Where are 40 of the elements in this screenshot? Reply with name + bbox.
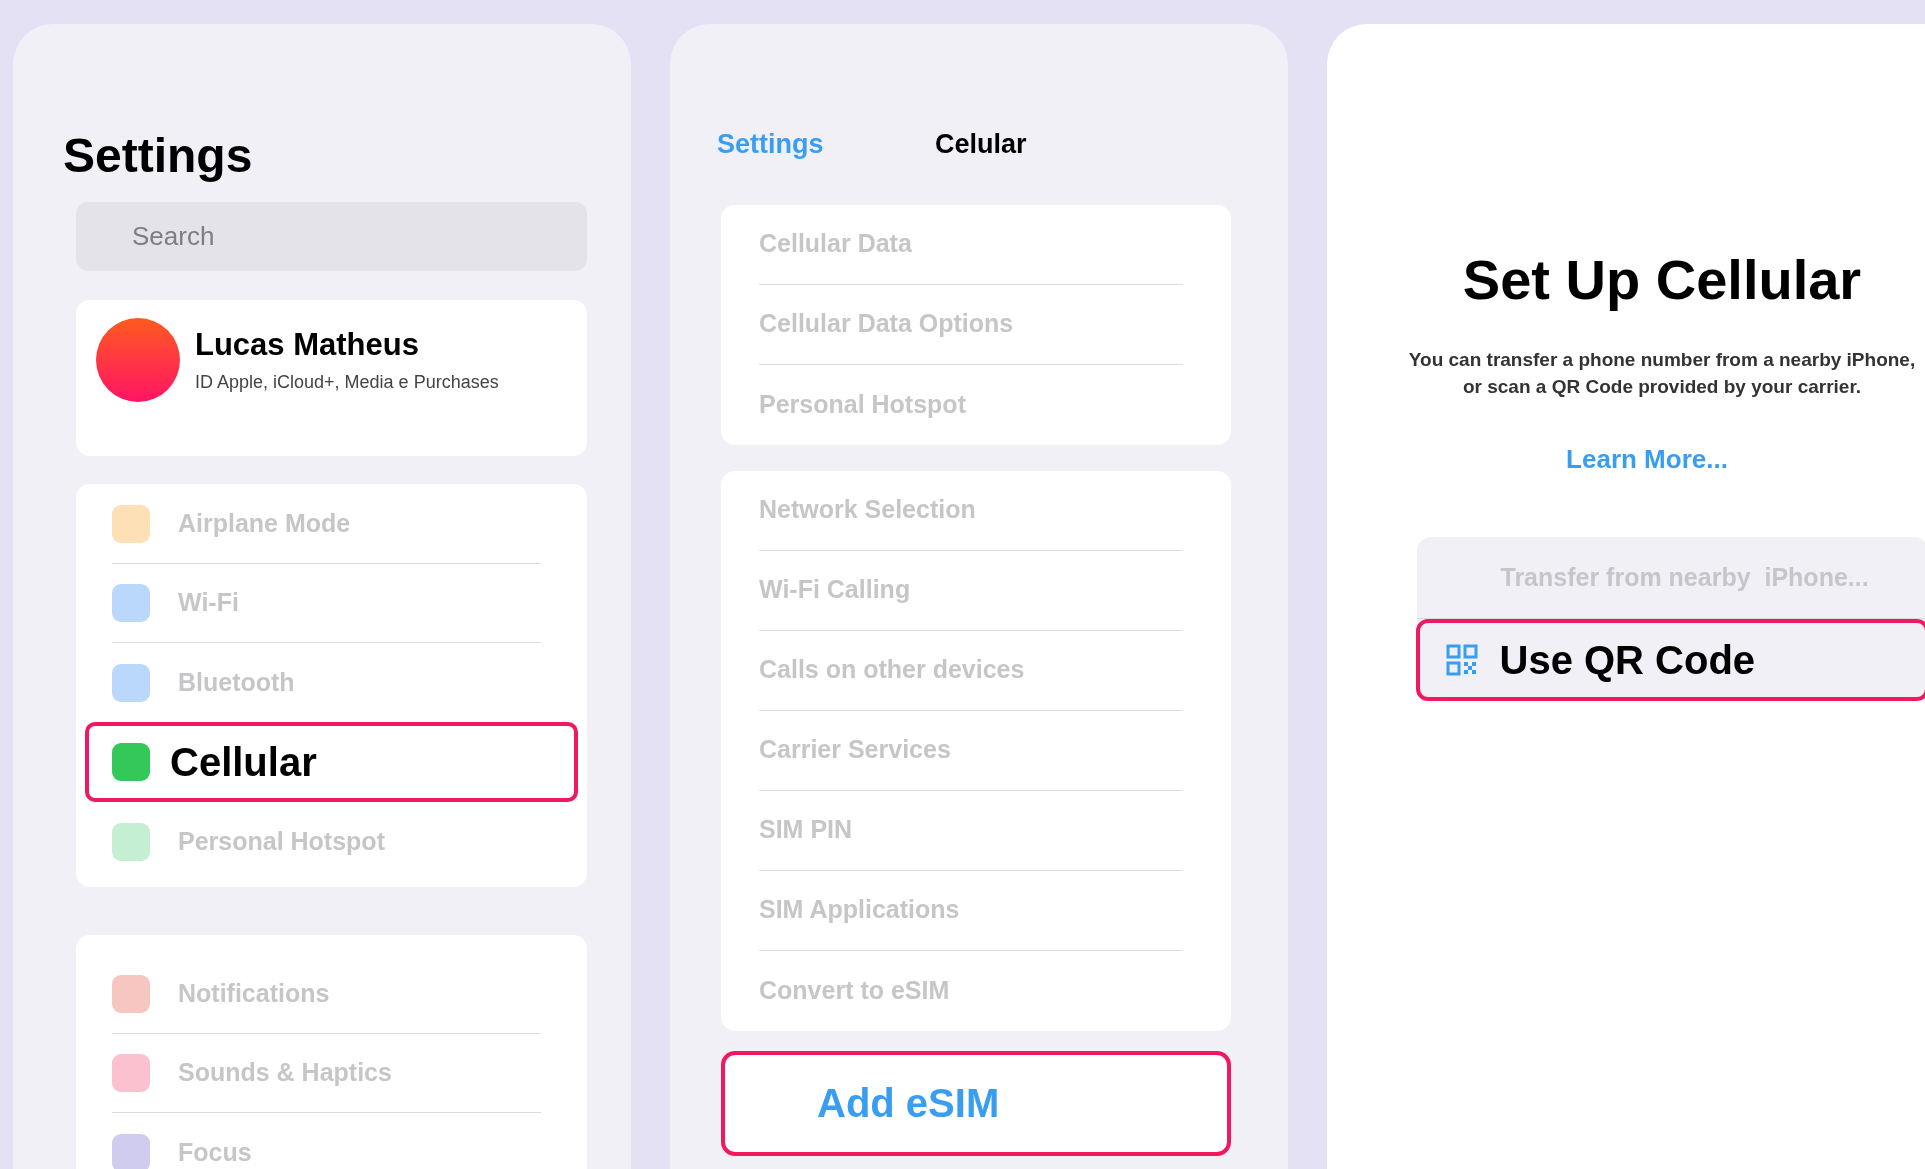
item-label: Sounds & Haptics: [178, 1057, 392, 1089]
add-esim-button[interactable]: Add eSIM: [721, 1050, 1231, 1156]
settings-item[interactable]: Bluetooth: [112, 643, 551, 722]
settings-item[interactable]: SIM Applications: [759, 870, 1183, 951]
profile-card[interactable]: Lucas Matheus ID Apple, iCloud+, Media e Purchases: [76, 300, 587, 456]
settings-item[interactable]: Calls on other devices: [759, 630, 1183, 711]
item-label: Personal Hotspot: [178, 825, 385, 857]
settings-item[interactable]: Focus: [112, 1113, 551, 1169]
option-label: Use QR Code: [1499, 637, 1756, 684]
item-label: Cellular: [170, 739, 317, 786]
profile-subtitle: ID Apple, iCloud+, Media e Purchases: [195, 370, 499, 394]
option-row[interactable]: Use QR Code: [1415, 619, 1925, 701]
settings-item[interactable]: Cellular: [85, 722, 578, 802]
page-title: Settings: [63, 132, 254, 180]
settings-item[interactable]: Airplane Mode: [112, 485, 541, 564]
item-label: Wi-Fi: [178, 587, 239, 619]
settings-item[interactable]: Network Selection: [759, 470, 1183, 551]
settings-item[interactable]: Notifications: [112, 955, 541, 1034]
settings-item[interactable]: Sounds & Haptics: [112, 1034, 541, 1113]
settings-item[interactable]: Cellular Data: [759, 204, 1183, 285]
item-label: Airplane Mode: [178, 508, 351, 540]
back-link[interactable]: Settings: [717, 124, 935, 165]
learn-more-link[interactable]: Learn More...: [1566, 440, 1728, 479]
settings-item[interactable]: Cellular Data Options: [759, 284, 1183, 365]
settings-item[interactable]: Personal Hotspot: [112, 802, 551, 881]
profile-name: Lucas Matheus: [195, 326, 420, 364]
settings-item[interactable]: Wi-Fi Calling: [759, 550, 1183, 631]
search-input: Search: [132, 217, 532, 256]
nav-title: Celular: [935, 128, 1027, 161]
settings-item[interactable]: Wi-Fi: [112, 564, 541, 643]
search-field[interactable]: Search: [76, 202, 587, 271]
qr-code-icon: [1445, 644, 1478, 676]
item-label: Focus: [178, 1136, 252, 1168]
description: You can transfer a phone number from a nearby iPhone, or scan a QR Code provided by your carrier.: [1407, 348, 1917, 399]
item-label: Notifications: [178, 978, 330, 1010]
settings-item[interactable]: Personal Hotspot: [759, 364, 1183, 445]
settings-item[interactable]: Carrier Services: [759, 710, 1183, 791]
settings-item[interactable]: SIM PIN: [759, 790, 1183, 871]
settings-item[interactable]: Convert to eSIM: [759, 950, 1183, 1031]
item-label: Bluetooth: [178, 666, 295, 698]
